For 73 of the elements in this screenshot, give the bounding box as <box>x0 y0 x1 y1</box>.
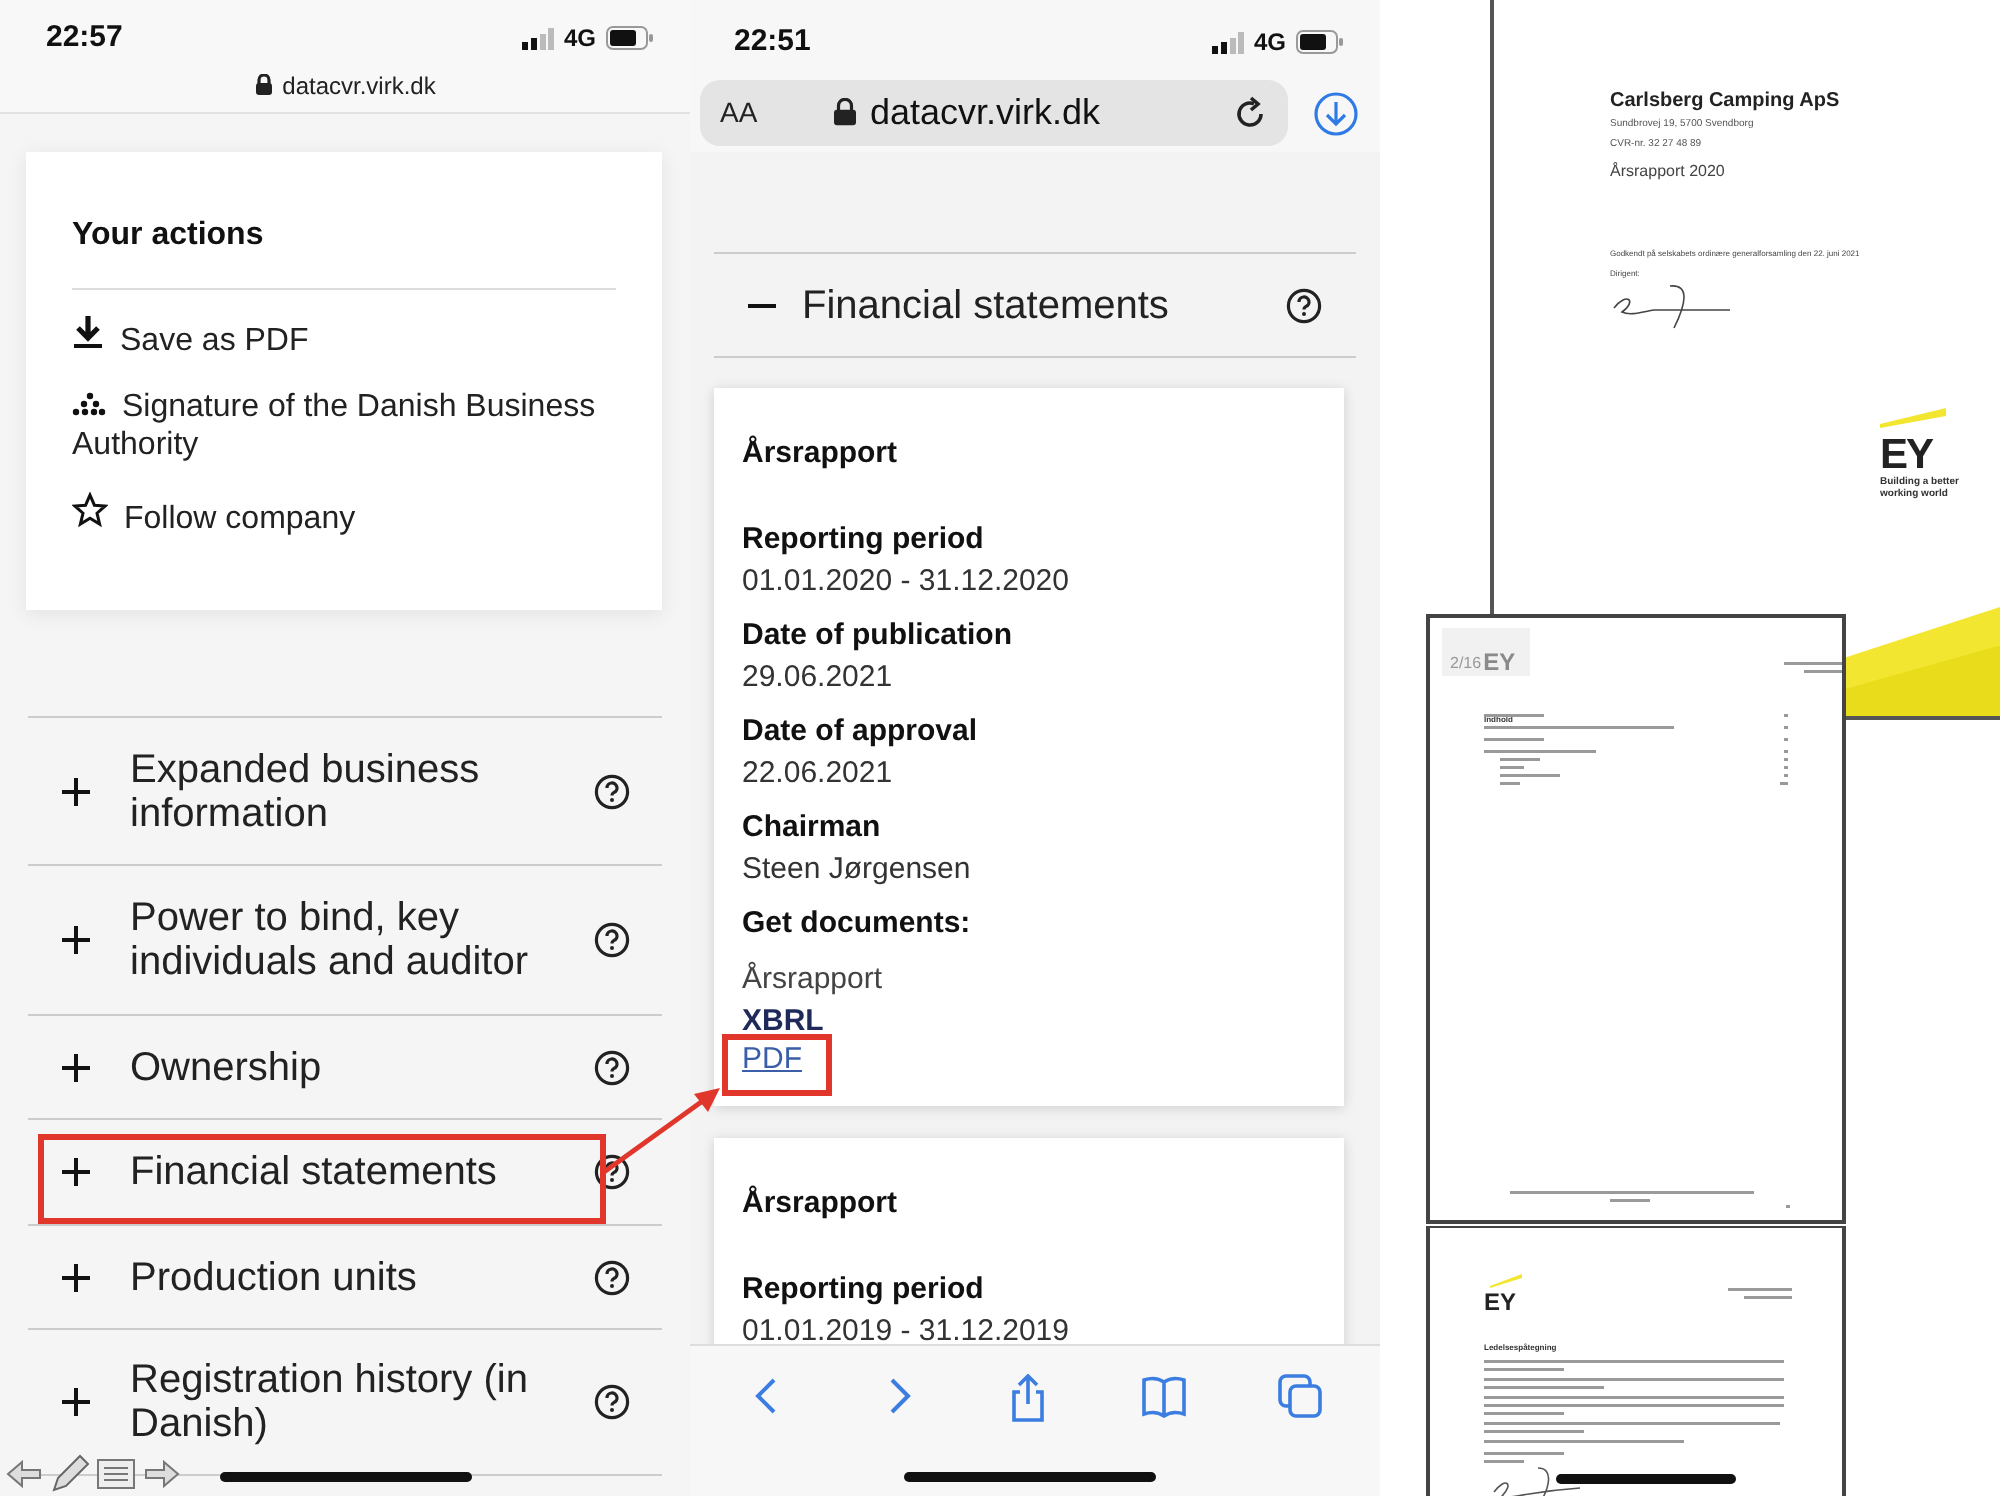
field-value: 29.06.2021 <box>742 658 895 698</box>
signal-icon <box>1211 31 1244 53</box>
help-icon[interactable] <box>594 1384 630 1420</box>
field-label: Reporting period <box>742 1270 986 1310</box>
lock-icon <box>832 98 858 128</box>
arrow-left-icon[interactable] <box>4 1458 44 1490</box>
url-text: datacvr.virk.dk <box>282 70 436 104</box>
page-number: 2/16 <box>1450 652 1482 676</box>
card-title: Årsrapport <box>742 1183 900 1224</box>
action-link[interactable]: Save as PDF <box>72 314 616 360</box>
company-name: Carlsberg Camping ApS <box>1610 88 1842 114</box>
arrow-right-icon[interactable] <box>142 1458 182 1490</box>
field-value: 22.06.2021 <box>742 754 895 794</box>
action-link[interactable]: Signature of the Danish Business Authority <box>72 388 616 464</box>
field-label: Reporting period <box>742 520 986 560</box>
section-title: Registration history (in Danish) <box>130 1358 530 1446</box>
battery-icon <box>1296 30 1344 54</box>
address-bar[interactable]: AA datacvr.virk.dk <box>700 80 1288 146</box>
menu-icon[interactable] <box>96 1458 136 1490</box>
signal-icon <box>521 27 554 49</box>
field-value: 01.01.2020 - 31.12.2020 <box>742 562 1071 602</box>
accordion-row[interactable]: Ownership <box>28 1016 662 1120</box>
help-icon[interactable] <box>594 1259 630 1295</box>
logo-text: EY <box>1880 436 1933 476</box>
field-value: 01.01.2019 - 31.12.2019 <box>742 1312 1071 1352</box>
field-label: Chairman <box>742 808 883 848</box>
accordion-header[interactable]: Financial statements <box>714 252 1356 358</box>
help-icon[interactable] <box>1286 287 1322 323</box>
help-icon[interactable] <box>594 1154 630 1190</box>
card-title: Årsrapport <box>742 433 900 474</box>
status-time: 22:57 <box>46 17 123 58</box>
help-icon[interactable] <box>594 922 630 958</box>
book-icon[interactable] <box>1139 1374 1188 1418</box>
accordion-row[interactable]: Expanded business information <box>28 718 662 866</box>
text-size-button[interactable]: AA <box>720 92 792 134</box>
status-time: 22:51 <box>734 21 811 62</box>
logo-text: EY <box>1483 648 1516 676</box>
dots-icon <box>72 392 106 416</box>
share-icon[interactable] <box>1008 1374 1049 1422</box>
document-name: Årsrapport <box>742 960 883 1000</box>
section-title: Production units <box>130 1255 419 1299</box>
section-title: Financial statements <box>130 1150 499 1194</box>
url-text: datacvr.virk.dk <box>870 90 1101 136</box>
section-title: Expanded business information <box>130 747 482 835</box>
field-label: Date of approval <box>742 712 980 752</box>
field-label: Date of publication <box>742 616 1014 656</box>
download-icon[interactable] <box>1314 91 1358 135</box>
section-title: Financial statements <box>802 281 1169 331</box>
network-label: 4G <box>563 22 596 56</box>
accordion-row[interactable]: Power to bind, key individuals and auditor <box>28 866 662 1016</box>
section-title: Ownership <box>130 1045 324 1089</box>
logo-text: EY <box>1484 1290 1517 1314</box>
lock-icon <box>254 74 275 98</box>
card-title: Your actions <box>72 212 616 290</box>
star-icon <box>72 492 108 528</box>
network-label: 4G <box>1253 26 1286 60</box>
accordion-row[interactable]: Financial statements <box>28 1120 662 1226</box>
download-icon <box>72 314 104 350</box>
field-value: Steen Jørgensen <box>742 850 973 890</box>
document-link[interactable]: XBRL <box>742 1006 824 1036</box>
accordion-row[interactable]: Production units <box>28 1226 662 1330</box>
tabs-icon[interactable] <box>1278 1374 1323 1418</box>
help-icon[interactable] <box>594 773 630 809</box>
field-label: Get documents: <box>742 904 973 944</box>
document-link[interactable]: PDF <box>742 1040 802 1080</box>
action-link[interactable]: Follow company <box>72 492 616 538</box>
battery-icon <box>606 26 654 50</box>
help-icon[interactable] <box>594 1049 630 1085</box>
reload-icon[interactable] <box>1232 95 1268 131</box>
report-title: Årsrapport 2020 <box>1610 160 1727 182</box>
highlight-box <box>722 1034 832 1096</box>
pen-icon[interactable] <box>50 1454 90 1494</box>
section-title: Power to bind, key individuals and auditor <box>130 896 531 984</box>
